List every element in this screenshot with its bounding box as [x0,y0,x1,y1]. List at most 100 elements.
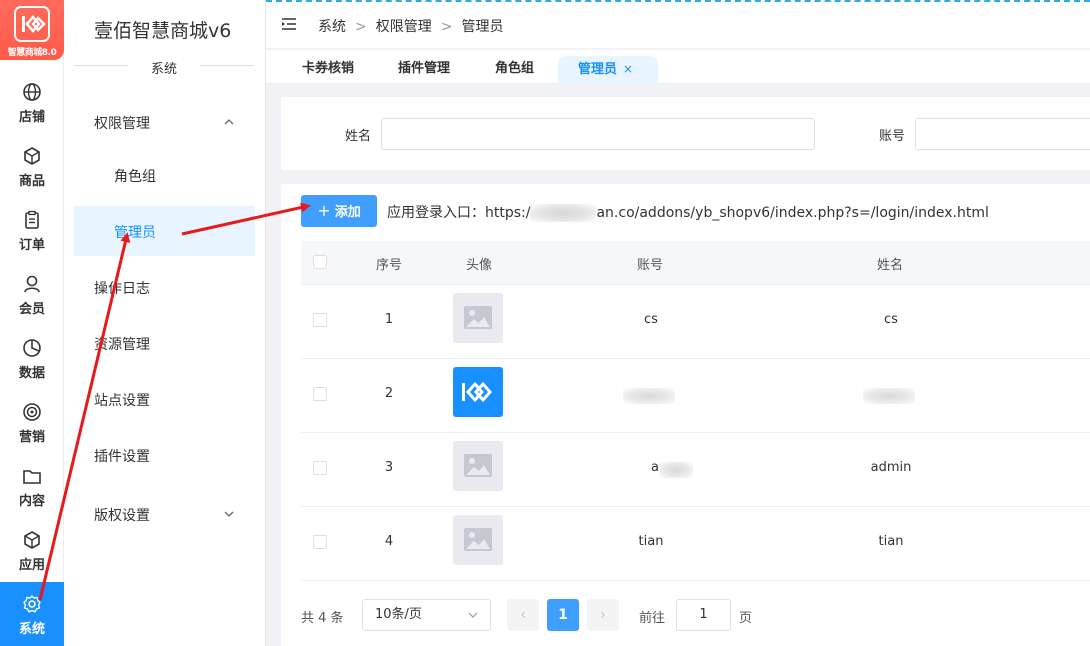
rail-label: 会员 [18,302,45,317]
main-nav-rail: 智慧商城8.0 店铺 商品 订单 会员 数据 营销 内容 应用 系统 [0,0,64,646]
rail-item-shop[interactable]: 店铺 [0,70,64,130]
image-placeholder-icon [464,528,492,551]
rail-label: 商品 [18,174,45,189]
tab-label: 插件管理 [398,61,451,76]
row-checkbox[interactable] [313,535,327,549]
row-index: 2 [384,386,394,401]
page-size-value: 10条/页 [375,607,422,622]
rail-item-orders[interactable]: 订单 [0,198,64,258]
sidebar-group-permissions[interactable]: 权限管理 [94,113,150,133]
add-button[interactable]: + 添加 [301,195,377,227]
name-cell: tian [878,534,904,549]
sidebar-group-label: 权限管理 [94,116,150,132]
rail-label: 店铺 [18,110,45,125]
breadcrumb-item: 管理员 [461,19,504,35]
rail-item-members[interactable]: 会员 [0,262,64,322]
table-header: 序号 头像 账号 姓名 [301,241,1090,285]
image-placeholder-icon [464,454,492,477]
avatar [453,293,503,343]
rail-item-system[interactable]: 系统 [0,582,64,646]
page-tabs: 卡券核销 插件管理 角色组 管理员 × [266,50,1090,84]
redacted-blur [863,388,915,404]
row-checkbox[interactable] [313,387,327,401]
secondary-sidebar: 壹佰智慧商城v6 系统 权限管理 角色组 管理员 操作日志 资源管理 站点设置 … [64,0,266,646]
cube-icon [24,531,40,549]
search-form: 姓名 账号 [281,97,1090,170]
account-search-input[interactable] [915,118,1090,150]
row-index: 1 [384,312,394,327]
admin-list-card: + 添加 应用登录入口：https:/ an.co/addons/yb_shopv6… [281,184,1090,646]
rail-label: 应用 [18,558,45,573]
tab-label: 角色组 [495,61,535,76]
rail-label: 订单 [18,238,45,253]
breadcrumb-item[interactable]: 系统 [318,19,346,35]
plus-icon: + [317,201,331,220]
breadcrumb-item[interactable]: 权限管理 [376,19,432,35]
user-icon [24,275,40,293]
rail-item-marketing[interactable]: 营销 [0,390,64,450]
tab-admins[interactable]: 管理员 × [558,56,658,84]
image-placeholder-icon [464,306,492,329]
close-icon[interactable]: × [623,62,633,76]
page-unit-label: 页 [739,611,753,626]
page-size-select[interactable]: 10条/页 [362,599,491,631]
tab-plugin-manage[interactable]: 插件管理 [384,56,464,84]
login-url-prefix: 应用登录入口：https:/ [387,205,531,221]
sidebar-group-site[interactable]: 站点设置 [94,390,150,410]
prev-page-button[interactable]: ‹ [507,599,539,631]
gear-icon [23,595,41,613]
box-icon [24,147,40,165]
select-all-checkbox[interactable] [313,255,327,269]
sidebar-item-roles[interactable]: 角色组 [114,166,156,186]
sidebar-group-label: 版权设置 [94,508,150,524]
chevron-up-icon[interactable] [224,117,234,127]
goto-label: 前往 [639,611,666,626]
name-cell: admin [870,460,912,475]
row-checkbox[interactable] [313,461,327,475]
rail-item-goods[interactable]: 商品 [0,134,64,194]
brand-logo-icon [14,6,50,42]
rail-label: 内容 [18,494,45,509]
sidebar-group-label: 插件设置 [94,449,150,465]
sidebar-section-title: 系统 [74,58,254,77]
sidebar-group-plugins[interactable]: 插件设置 [94,446,150,466]
table-row: 4 tian tian [301,507,1090,581]
redacted-blur [623,388,675,404]
brand-logo-icon [462,381,492,403]
rail-item-apps[interactable]: 应用 [0,518,64,578]
top-bar: 系统 > 权限管理 > 管理员 [266,0,1090,48]
chevron-down-icon[interactable] [224,509,234,519]
sidebar-group-copyright[interactable]: 版权设置 [94,505,150,525]
sidebar-group-logs[interactable]: 操作日志 [94,278,150,298]
next-page-button[interactable]: › [587,599,619,631]
globe-icon [23,83,41,101]
table-row: 2 [301,359,1090,433]
avatar [453,515,503,565]
column-header: 账号 [637,258,664,273]
row-checkbox[interactable] [313,313,327,327]
page-number-button[interactable]: 1 [547,599,579,631]
goto-page-input[interactable]: 1 [676,599,731,631]
rail-label: 营销 [18,430,45,445]
collapse-menu-icon[interactable] [282,18,296,30]
column-header[interactable]: 姓名 [877,254,903,273]
avatar [453,367,503,417]
sidebar-group-label: 站点设置 [94,393,150,409]
breadcrumb-separator: > [440,19,453,35]
rail-item-content[interactable]: 内容 [0,454,64,514]
pie-chart-icon [23,339,41,357]
tab-coupon-verify[interactable]: 卡券核销 [288,56,368,84]
avatar [453,441,503,491]
sidebar-group-resources[interactable]: 资源管理 [94,334,150,354]
app-title: 壹佰智慧商城v6 [94,20,232,42]
login-url-text: 应用登录入口：https:/ an.co/addons/yb_shopv6/ind… [387,202,989,222]
tab-label: 卡券核销 [302,61,355,76]
name-label: 姓名 [345,129,372,144]
rail-item-data[interactable]: 数据 [0,326,64,386]
tab-role-group[interactable]: 角色组 [481,56,548,84]
tab-label: 管理员 [578,62,618,77]
sidebar-group-label: 资源管理 [94,337,150,353]
name-search-input[interactable] [381,118,815,150]
brand-logo[interactable]: 智慧商城8.0 [0,0,64,60]
sidebar-item-admins[interactable]: 管理员 [74,206,255,256]
